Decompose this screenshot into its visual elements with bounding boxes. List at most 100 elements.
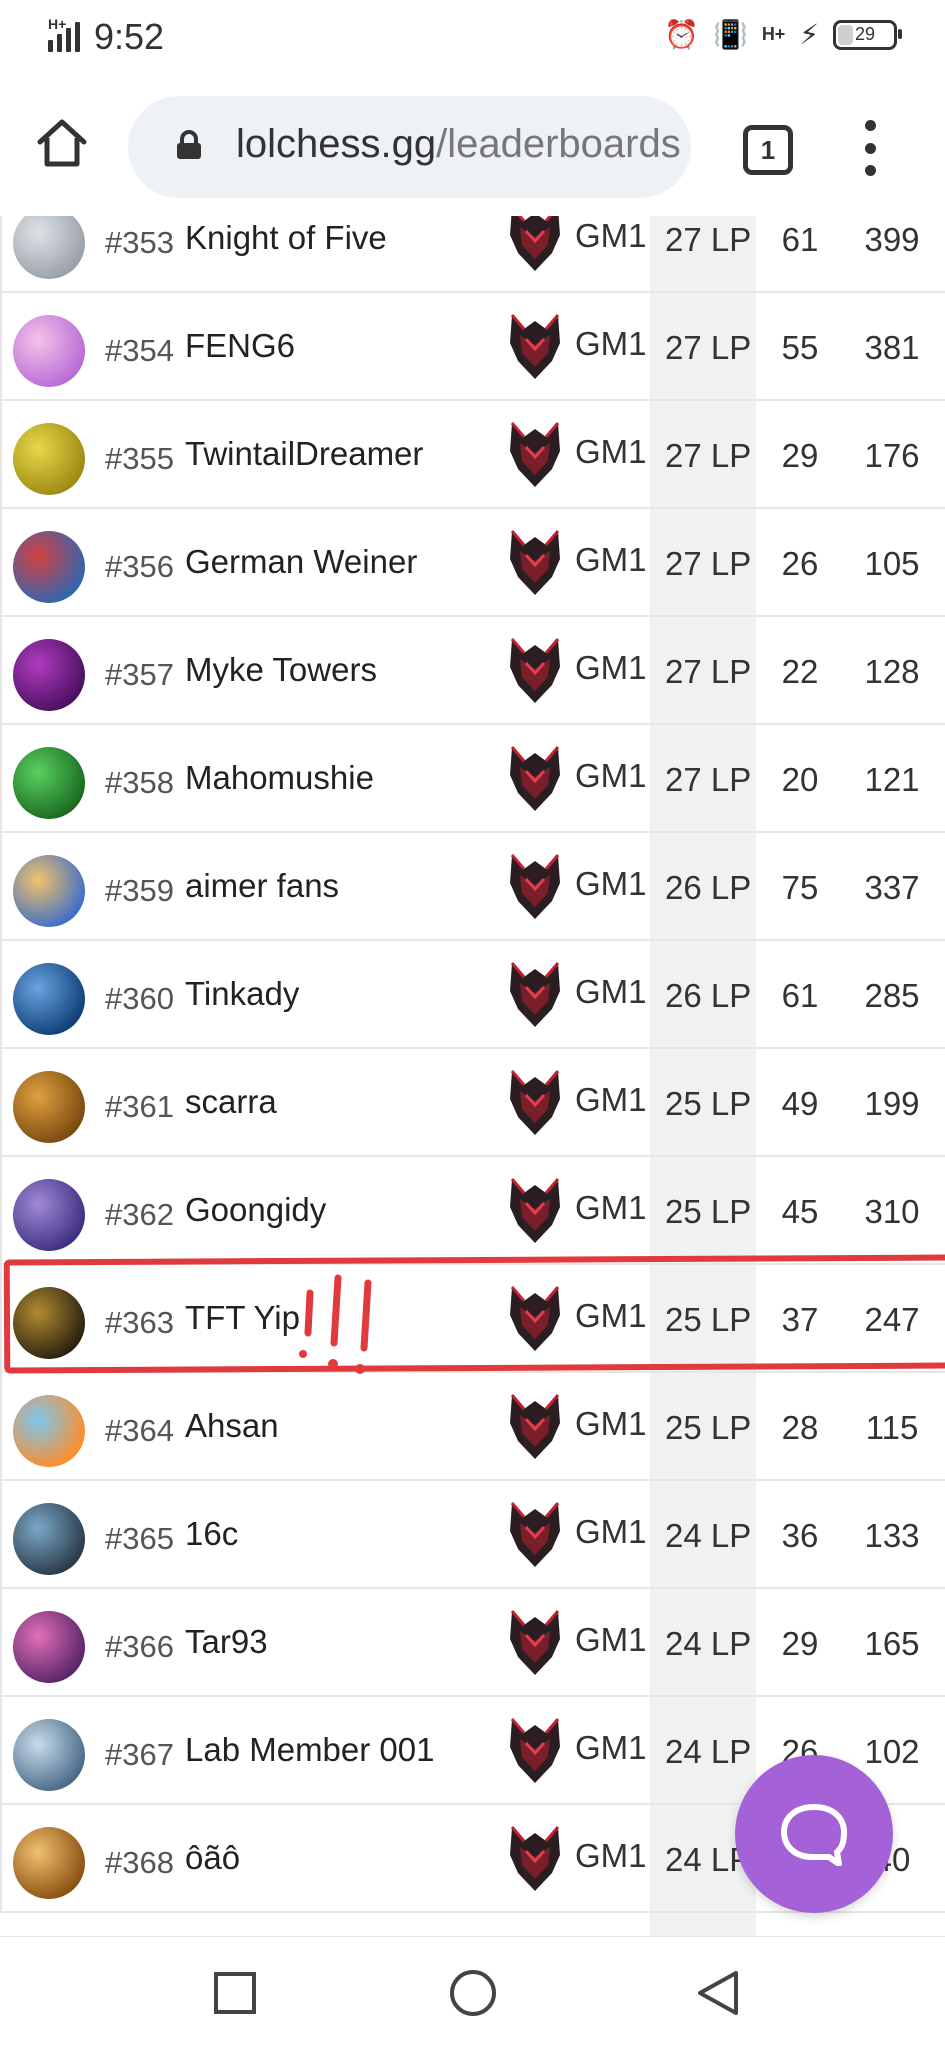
leaderboard-row[interactable]: #355 TwintailDreamer GM1 27 LP 29 176: [0, 399, 945, 509]
wins-value: 20: [781, 761, 819, 798]
grandmaster-tier-icon: [510, 314, 560, 379]
status-bar: H+ 9:52 ⏰ 📳 H+ ⚡ 29: [0, 0, 945, 76]
player-rank: #354: [105, 333, 174, 368]
lp-value: 24 LP: [665, 1517, 752, 1554]
player-name[interactable]: Goongidy: [185, 1191, 326, 1229]
penguin-avatar-icon: [13, 1395, 85, 1467]
played-value: 128: [864, 653, 920, 690]
lp-value: 27 LP: [665, 545, 752, 582]
sprout-avatar-icon: [13, 423, 85, 495]
player-rank: #361: [105, 1089, 174, 1124]
golden-gear-avatar-icon: [13, 1071, 85, 1143]
player-name[interactable]: Knight of Five: [185, 219, 387, 257]
wins-value: 29: [781, 437, 819, 474]
data-type-label: H+: [761, 24, 786, 44]
purple-hair-avatar-icon: [13, 315, 85, 387]
recent-apps-icon[interactable]: [207, 1965, 263, 2021]
lp-value: 27 LP: [665, 437, 752, 474]
more-options-icon[interactable]: [858, 120, 882, 176]
golden-hair-avatar-icon: [13, 1827, 85, 1899]
player-rank: #362: [105, 1197, 174, 1232]
player-name[interactable]: scarra: [185, 1083, 277, 1121]
system-nav-bar: [0, 1936, 945, 2049]
played-value: 121: [864, 761, 920, 798]
player-name[interactable]: German Weiner: [185, 543, 417, 581]
grandmaster-tier-icon: [510, 1178, 560, 1243]
address-bar[interactable]: lolchess.gg/leaderboards: [128, 96, 691, 198]
tier-label: GM1: [575, 1189, 647, 1226]
played-value: 337: [864, 869, 920, 906]
back-icon[interactable]: [690, 1965, 746, 2021]
status-left: H+ 9:52: [48, 16, 164, 58]
hooded-figure-avatar-icon: [13, 1503, 85, 1575]
silver-sword-avatar-icon: [13, 216, 85, 279]
wins-value: 28: [781, 1409, 819, 1446]
tier-label: GM1: [575, 757, 647, 794]
leaderboard-row[interactable]: #365 16c GM1 24 LP 36 133: [0, 1479, 945, 1589]
wins-value: 37: [781, 1301, 819, 1338]
grandmaster-tier-icon: [510, 1502, 560, 1567]
leaderboard-row[interactable]: #357 Myke Towers GM1 27 LP 22 128: [0, 615, 945, 725]
tier-label: GM1: [575, 1405, 647, 1442]
leaderboard-row[interactable]: #354 FENG6 GM1 27 LP 55 381: [0, 291, 945, 401]
leaderboard-row[interactable]: #360 Tinkady GM1 26 LP 61 285: [0, 939, 945, 1049]
played-value: 133: [864, 1517, 920, 1554]
leaderboard-row[interactable]: #364 Ahsan GM1 25 LP 28 115: [0, 1371, 945, 1481]
grandmaster-tier-icon: [510, 216, 560, 271]
signal-strength-icon: H+: [48, 16, 80, 52]
played-value: 285: [864, 977, 920, 1014]
green-figure-avatar-icon: [13, 747, 85, 819]
player-name[interactable]: TwintailDreamer: [185, 435, 423, 473]
leaderboard-row[interactable]: #356 German Weiner GM1 27 LP 26 105: [0, 507, 945, 617]
leaderboard-row[interactable]: #366 Tar93 GM1 24 LP 29 165: [0, 1587, 945, 1697]
lp-value: 25 LP: [665, 1409, 752, 1446]
pink-girl-avatar-icon: [13, 1611, 85, 1683]
chat-button[interactable]: [735, 1755, 893, 1913]
played-value: 310: [864, 1193, 920, 1230]
player-name[interactable]: Ahsan: [185, 1407, 279, 1445]
lp-value: 26 LP: [665, 977, 752, 1014]
chat-bubble-icon: [781, 1804, 847, 1866]
player-name[interactable]: FENG6: [185, 327, 295, 365]
player-name[interactable]: aimer fans: [185, 867, 339, 905]
grandmaster-tier-icon: [510, 1070, 560, 1135]
home-icon[interactable]: [34, 114, 90, 170]
player-rank: #355: [105, 441, 174, 476]
player-rank: #357: [105, 657, 174, 692]
player-name[interactable]: 16c: [185, 1515, 238, 1553]
grandmaster-tier-icon: [510, 1826, 560, 1891]
tier-label: GM1: [575, 1621, 647, 1658]
wins-value: 61: [781, 221, 819, 258]
player-rank: #353: [105, 225, 174, 260]
blue-crest-avatar-icon: [13, 963, 85, 1035]
lp-value: 25 LP: [665, 1301, 752, 1338]
golden-lamp-avatar-icon: [13, 1287, 85, 1359]
player-name[interactable]: Mahomushie: [185, 759, 374, 797]
charging-icon: ⚡: [799, 19, 819, 50]
battery-icon: 29: [833, 19, 902, 50]
player-name[interactable]: Tar93: [185, 1623, 268, 1661]
played-value: 381: [864, 329, 920, 366]
lp-value: 24 LP: [665, 1733, 752, 1770]
wins-value: 49: [781, 1085, 819, 1122]
lp-value: 27 LP: [665, 653, 752, 690]
leaderboard-row[interactable]: #362 Goongidy GM1 25 LP 45 310: [0, 1155, 945, 1265]
leaderboard-row[interactable]: #359 aimer fans GM1 26 LP 75 337: [0, 831, 945, 941]
player-name[interactable]: TFT Yip: [185, 1299, 300, 1337]
player-rank: #364: [105, 1413, 174, 1448]
tier-label: GM1: [575, 649, 647, 686]
player-name[interactable]: Lab Member 001: [185, 1731, 434, 1769]
leaderboard-row[interactable]: #361 scarra GM1 25 LP 49 199: [0, 1047, 945, 1157]
home-nav-icon[interactable]: [445, 1965, 501, 2021]
player-name[interactable]: ôãô: [185, 1839, 240, 1877]
player-name[interactable]: Tinkady: [185, 975, 299, 1013]
vibrate-icon: 📳: [712, 19, 748, 50]
player-rank: #356: [105, 549, 174, 584]
player-name[interactable]: Myke Towers: [185, 651, 377, 689]
leaderboard-row[interactable]: #353 Knight of Five GM1 27 LP 61 399: [0, 216, 945, 293]
leaderboard-row[interactable]: #363 TFT Yip GM1 25 LP 37 247: [0, 1263, 945, 1373]
grandmaster-tier-icon: [510, 638, 560, 703]
tab-switcher-button[interactable]: 1: [743, 125, 793, 175]
robot-girl-avatar-icon: [13, 1719, 85, 1791]
leaderboard-row[interactable]: #358 Mahomushie GM1 27 LP 20 121: [0, 723, 945, 833]
